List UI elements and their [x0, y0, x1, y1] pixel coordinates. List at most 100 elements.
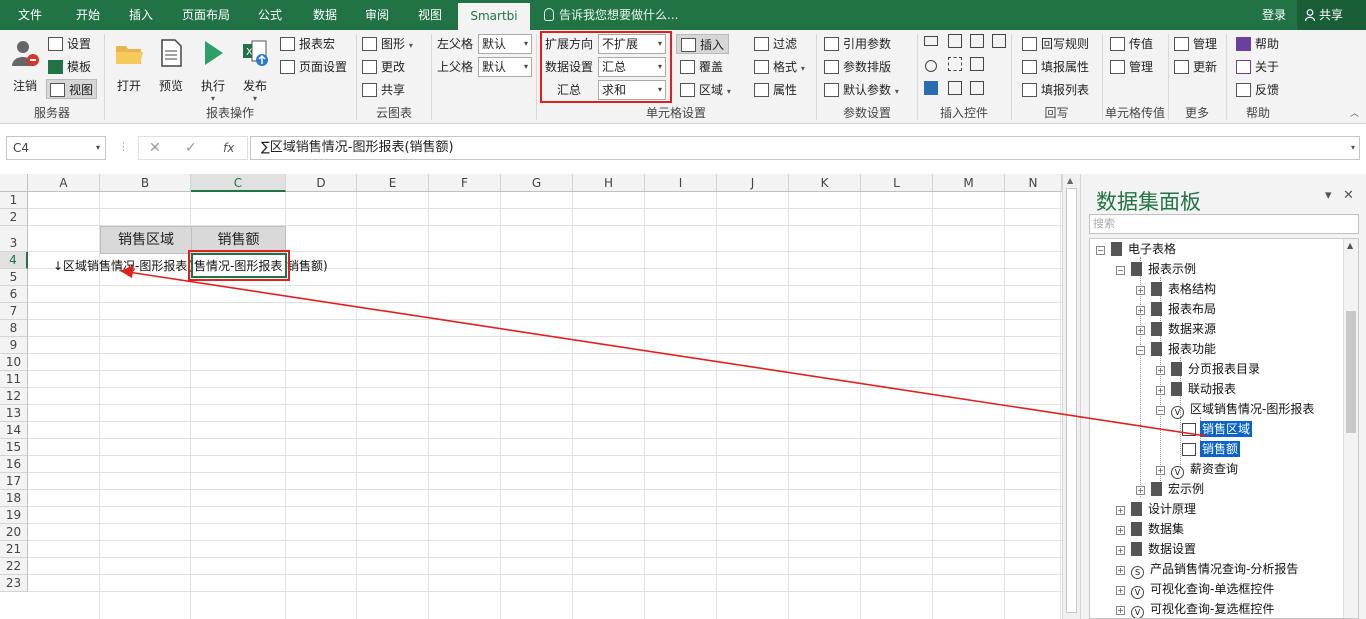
row-header[interactable]: 8: [0, 320, 28, 337]
feedback-button[interactable]: 反馈: [1236, 80, 1279, 100]
tree-scrollbar[interactable]: ▲: [1343, 239, 1358, 618]
row-header[interactable]: 2: [0, 209, 28, 226]
tree-node[interactable]: + 数据设置: [1116, 539, 1196, 559]
attribute-button[interactable]: 属性: [754, 80, 797, 100]
tree-node[interactable]: + 表格结构: [1136, 279, 1216, 299]
tab-view[interactable]: 视图: [406, 0, 454, 30]
row-header[interactable]: 14: [0, 422, 28, 439]
change-button[interactable]: 更改: [362, 57, 405, 77]
expand-toggle-icon[interactable]: +: [1136, 486, 1145, 495]
row-header[interactable]: 19: [0, 507, 28, 524]
expand-toggle-icon[interactable]: −: [1116, 266, 1125, 275]
tree-node[interactable]: + 数据来源: [1136, 319, 1216, 339]
column-header[interactable]: H: [573, 174, 645, 192]
tab-file[interactable]: 文件: [6, 0, 54, 30]
label-control-icon[interactable]: [970, 81, 984, 95]
expand-toggle-icon[interactable]: −: [1156, 406, 1165, 415]
row-header[interactable]: 20: [0, 524, 28, 541]
share-button[interactable]: 共享: [1297, 0, 1366, 30]
expand-toggle-icon[interactable]: +: [1156, 366, 1165, 375]
report-macro-button[interactable]: 报表宏: [280, 34, 335, 54]
formula-input[interactable]: ∑区域销售情况-图形报表(销售额) ▾: [250, 136, 1360, 160]
help-button[interactable]: 帮助: [1236, 34, 1279, 54]
row-header[interactable]: 17: [0, 473, 28, 490]
expand-toggle-icon[interactable]: −: [1096, 246, 1105, 255]
fill-list-button[interactable]: 填报列表: [1022, 80, 1089, 100]
expand-toggle-icon[interactable]: +: [1156, 386, 1165, 395]
tree-node[interactable]: + V 可视化查询-单选框控件: [1116, 579, 1274, 599]
row-header[interactable]: 15: [0, 439, 28, 456]
name-box[interactable]: C4 ▾: [6, 136, 106, 160]
expand-toggle-icon[interactable]: +: [1156, 466, 1165, 475]
column-header[interactable]: N: [1005, 174, 1062, 192]
tree-node[interactable]: + 分页报表目录: [1156, 359, 1260, 379]
tree-node[interactable]: 销售区域: [1182, 419, 1253, 439]
cell-b4-text[interactable]: ↓区域销售情况-图形报表(: [53, 258, 192, 275]
select-all-corner[interactable]: [0, 174, 28, 192]
list-control-icon[interactable]: [948, 34, 962, 48]
tab-home[interactable]: 开始: [62, 0, 114, 30]
tree-node[interactable]: + 设计原理: [1116, 499, 1196, 519]
fx-icon[interactable]: fx: [223, 137, 234, 159]
grid-scroll-thumb[interactable]: [1066, 188, 1077, 613]
grid-vertical-scrollbar[interactable]: ▲: [1062, 174, 1080, 619]
tree-node[interactable]: + 联动报表: [1156, 379, 1236, 399]
expand-toggle-icon[interactable]: +: [1136, 306, 1145, 315]
column-header[interactable]: L: [861, 174, 933, 192]
pass-value-button[interactable]: 传值: [1110, 34, 1153, 54]
publish-button[interactable]: X 发布 ▾: [236, 34, 274, 104]
open-button[interactable]: 打开: [110, 34, 148, 104]
radio-control-icon[interactable]: [925, 60, 937, 72]
expand-toggle-icon[interactable]: +: [1116, 606, 1125, 615]
tell-me-search[interactable]: 告诉我您想要做什么...: [544, 0, 678, 30]
panel-menu-icon[interactable]: ▾: [1325, 188, 1332, 203]
row-header[interactable]: 23: [0, 575, 28, 592]
column-header[interactable]: B: [100, 174, 191, 192]
column-header[interactable]: E: [357, 174, 429, 192]
update-button[interactable]: 更新: [1174, 57, 1217, 77]
more-manage-button[interactable]: 管理: [1174, 34, 1217, 54]
spreadsheet-grid[interactable]: ABCDEFGHIJKLMN 1 2 3 4 5 6 7 8 9 10 11 12 13 14 15 16 17…: [0, 174, 1062, 619]
view-button[interactable]: 视图: [46, 79, 98, 99]
cell-d4-text[interactable]: 销售额): [287, 258, 328, 275]
insert-mode-button[interactable]: 插入: [676, 34, 730, 54]
confirm-icon[interactable]: ✓: [185, 137, 197, 159]
row-header[interactable]: 4: [0, 252, 28, 269]
dataset-tree[interactable]: − 电子表格 − 报表示例 + 表格结构 + 报表布局 + 数据来源 − 报表功能 + 分页报表目录 + 联动…: [1089, 238, 1359, 619]
tab-insert[interactable]: 插入: [116, 0, 166, 30]
fill-attribute-button[interactable]: 填报属性: [1022, 57, 1089, 77]
left-parent-select[interactable]: 默认 ▾: [478, 34, 532, 54]
image-control-icon[interactable]: [970, 57, 984, 71]
login-link[interactable]: 登录: [1262, 0, 1286, 30]
tab-page-layout[interactable]: 页面布局: [172, 0, 240, 30]
about-button[interactable]: 关于: [1236, 57, 1279, 77]
tab-formula[interactable]: 公式: [246, 0, 294, 30]
default-param-button[interactable]: 默认参数 ▾: [824, 80, 899, 100]
tree-node[interactable]: − 报表功能: [1136, 339, 1216, 359]
settings-button[interactable]: 设置: [48, 34, 91, 54]
dropdown-control-icon[interactable]: [948, 57, 962, 71]
column-header[interactable]: M: [933, 174, 1005, 192]
formula-bar-splitter[interactable]: ⋮: [118, 140, 129, 153]
format-button[interactable]: 格式 ▾: [754, 57, 805, 77]
overlay-mode-button[interactable]: 覆盖: [680, 57, 723, 77]
cloud-share-button[interactable]: 共享: [362, 80, 405, 100]
tree-node[interactable]: − 电子表格: [1096, 239, 1176, 259]
row-header[interactable]: 22: [0, 558, 28, 575]
panel-close-icon[interactable]: ✕: [1343, 188, 1354, 203]
tree-control-icon[interactable]: [970, 34, 984, 48]
logout-button[interactable]: 注销: [6, 34, 44, 104]
tree-node[interactable]: + 宏示例: [1136, 479, 1204, 499]
expand-toggle-icon[interactable]: −: [1136, 346, 1145, 355]
column-header[interactable]: C: [191, 174, 286, 192]
column-header[interactable]: K: [789, 174, 861, 192]
tree-node[interactable]: 销售额: [1182, 439, 1241, 459]
collapse-ribbon-icon[interactable]: ︿: [1350, 106, 1359, 119]
expand-toggle-icon[interactable]: +: [1116, 506, 1125, 515]
area-button[interactable]: 区域 ▾: [680, 80, 731, 100]
tab-review[interactable]: 审阅: [354, 0, 400, 30]
writeback-rule-button[interactable]: 回写规则: [1022, 34, 1089, 54]
pass-manage-button[interactable]: 管理: [1110, 57, 1153, 77]
column-header[interactable]: I: [645, 174, 717, 192]
row-header[interactable]: 7: [0, 303, 28, 320]
